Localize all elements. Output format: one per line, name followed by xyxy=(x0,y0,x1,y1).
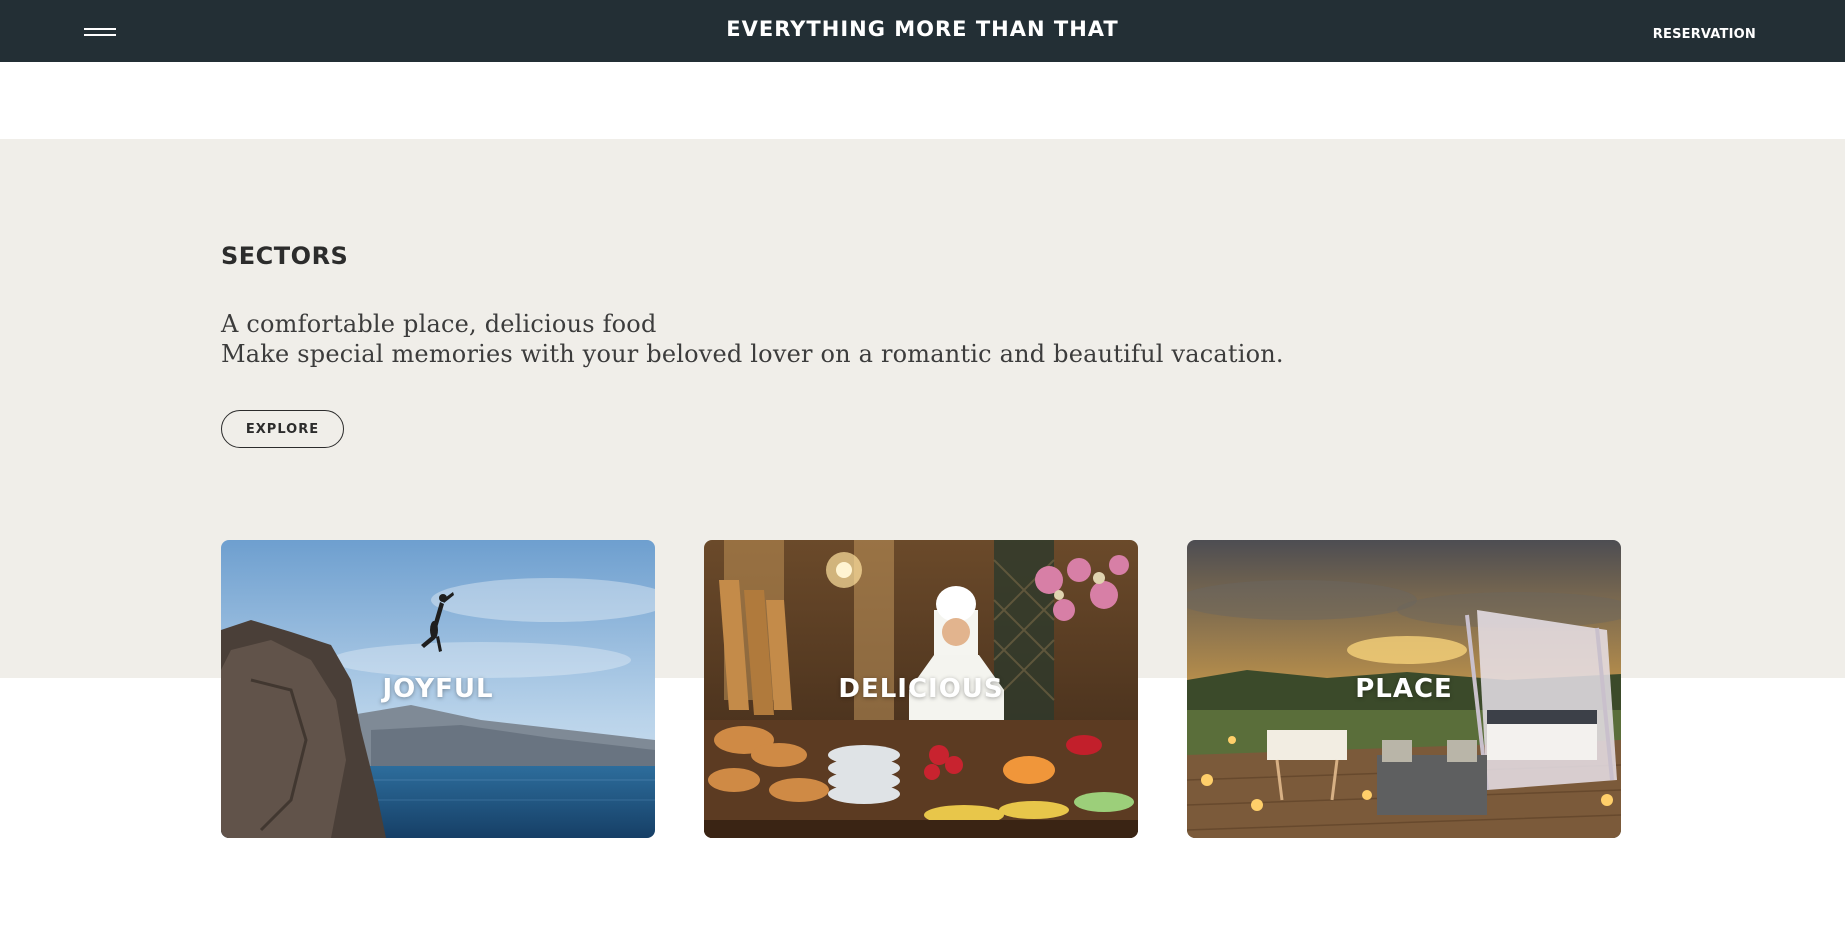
sector-card-joyful[interactable]: JOYFUL xyxy=(221,540,655,838)
sectors-heading: SECTORS xyxy=(221,242,349,270)
card-label-joyful: JOYFUL xyxy=(382,674,494,704)
explore-button[interactable]: EXPLORE xyxy=(221,410,344,448)
card-label-place: PLACE xyxy=(1355,674,1453,704)
sector-card-delicious[interactable]: DELICIOUS xyxy=(704,540,1138,838)
site-title: EVERYTHING MORE THAN THAT xyxy=(726,17,1119,41)
card-label-delicious: DELICIOUS xyxy=(838,674,1004,704)
sector-card-place[interactable]: PLACE xyxy=(1187,540,1621,838)
description-line-1: A comfortable place, delicious food xyxy=(221,310,657,338)
top-navigation-bar: EVERYTHING MORE THAN THAT RESERVATION xyxy=(0,0,1845,62)
reservation-link[interactable]: RESERVATION xyxy=(1653,27,1756,42)
sectors-description: A comfortable place, delicious food Make… xyxy=(221,309,1284,369)
description-line-2: Make special memories with your beloved … xyxy=(221,340,1284,368)
